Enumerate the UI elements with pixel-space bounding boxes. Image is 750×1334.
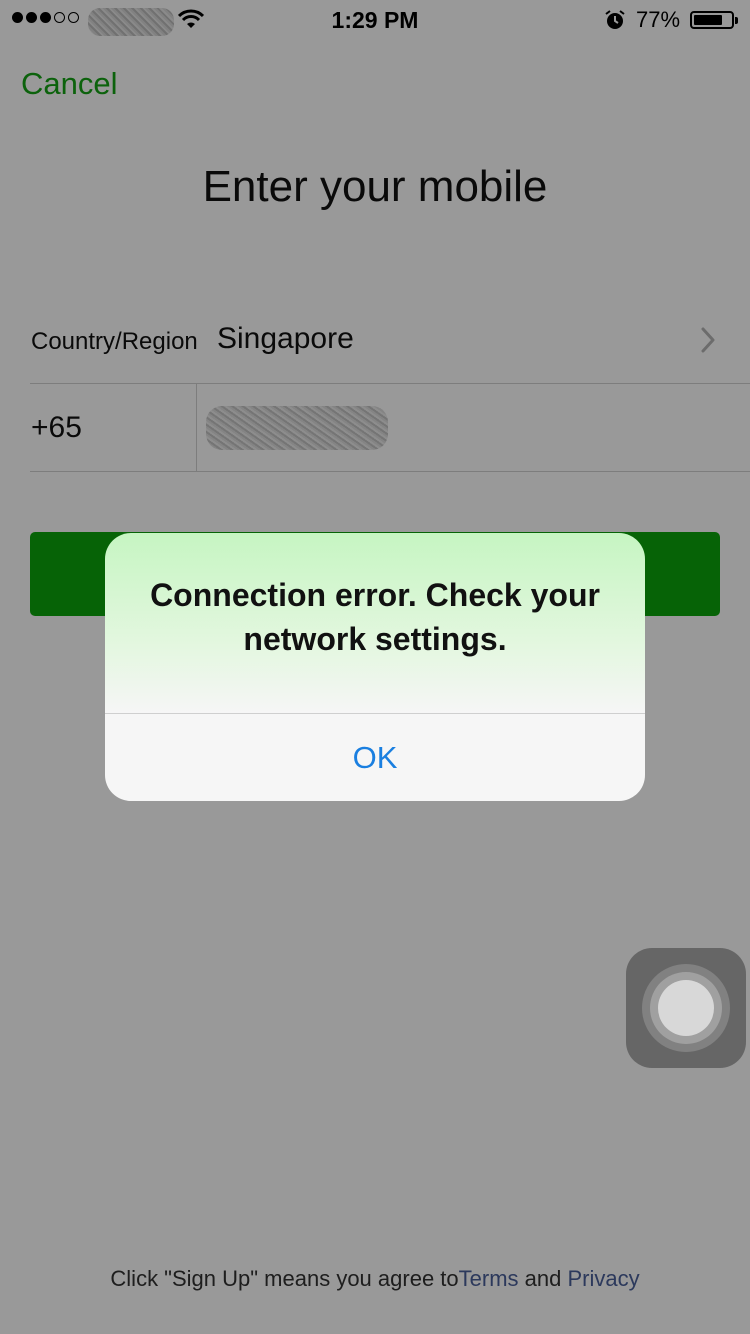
alert-message: Connection error. Check your network set… [150, 577, 600, 657]
connection-error-alert: Connection error. Check your network set… [105, 533, 645, 801]
assistive-touch-button[interactable] [626, 948, 746, 1068]
alert-ok-button[interactable]: OK [105, 714, 645, 801]
